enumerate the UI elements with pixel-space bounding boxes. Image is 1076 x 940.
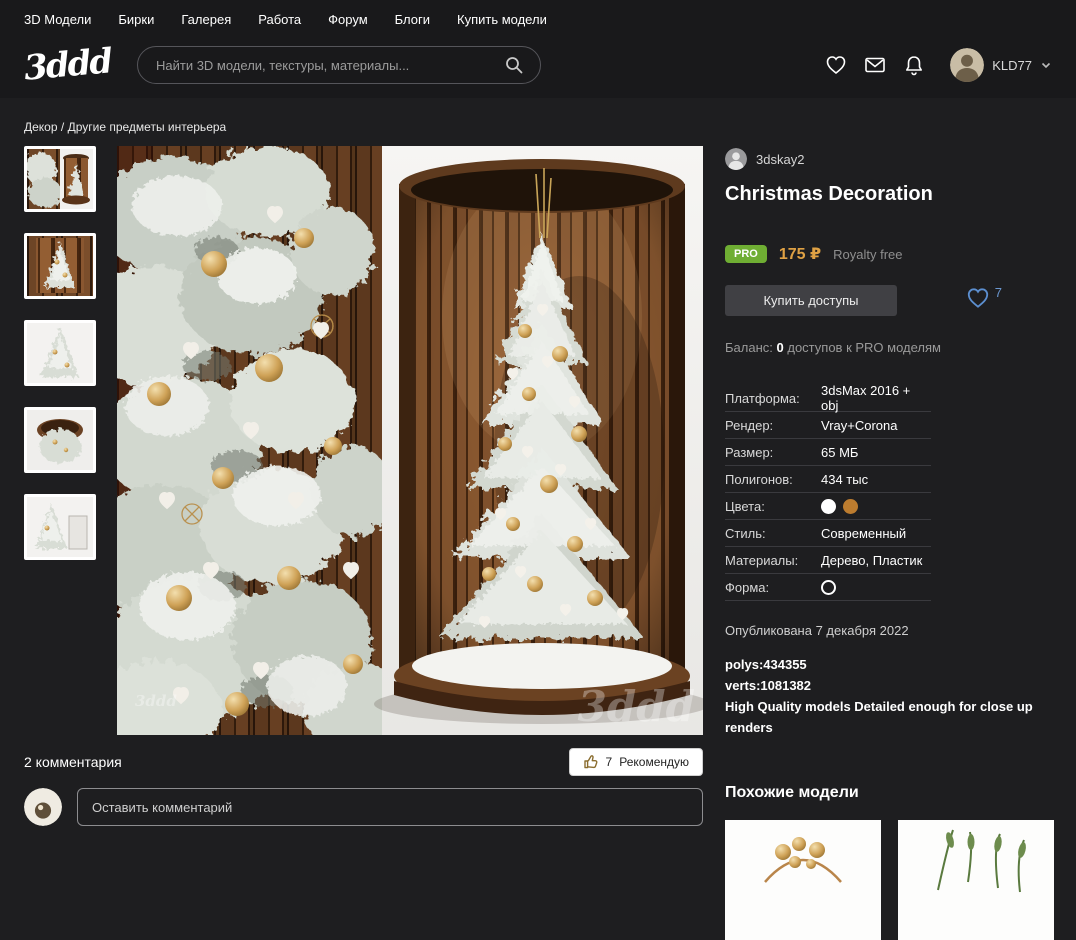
product-price: 175 ₽ [779, 244, 821, 264]
shape-circle-icon[interactable] [821, 580, 836, 595]
thumbs-up-icon [583, 754, 599, 770]
like-heart-icon [965, 285, 991, 311]
like-button[interactable]: 7 [965, 285, 1002, 311]
search-icon[interactable] [502, 53, 526, 77]
spec-row-size: Размер: 65 МБ [725, 439, 931, 466]
breadcrumb-section[interactable]: Декор [24, 120, 58, 134]
spec-row-colors: Цвета: [725, 493, 931, 520]
nav-item-forum[interactable]: Форум [328, 12, 368, 27]
site-logo[interactable]: 3ddd [23, 44, 113, 85]
author-avatar[interactable] [725, 148, 747, 170]
published-date: Опубликована 7 декабря 2022 [725, 623, 1054, 638]
recommend-button[interactable]: 7 Рекомендую [569, 748, 703, 776]
spec-label: Форма: [725, 580, 821, 595]
product-description: High Quality models Detailed enough for … [725, 696, 1037, 738]
breadcrumb-separator: / [61, 120, 64, 134]
author-name[interactable]: 3dskay2 [756, 152, 804, 167]
spec-label: Полигонов: [725, 472, 821, 487]
thumbnail-2[interactable] [24, 233, 96, 299]
spec-value[interactable]: Дерево, Пластик [821, 553, 922, 568]
product-main-image[interactable]: 3ddd 3ddd [117, 146, 703, 735]
header: 3D Модели Бирки Галерея Работа Форум Бло… [0, 0, 1076, 98]
thumbnail-1[interactable] [24, 146, 96, 212]
spec-row-shape: Форма: [725, 574, 931, 601]
comments-count: 2 комментария [24, 754, 122, 770]
stats-verts: verts:1081382 [725, 675, 1037, 696]
recommend-count: 7 [606, 755, 613, 769]
spec-row-materials: Материалы: Дерево, Пластик [725, 547, 931, 574]
nav-item-tags[interactable]: Бирки [118, 12, 154, 27]
buy-access-button[interactable]: Купить доступы [725, 285, 897, 316]
thumbnail-4[interactable] [24, 407, 96, 473]
spec-row-platform: Платформа: 3dsMax 2016 + obj [725, 385, 931, 412]
spec-label: Цвета: [725, 499, 821, 514]
nav-item-buy-models[interactable]: Купить модели [457, 12, 547, 27]
thumbnail-strip [24, 146, 96, 735]
image-watermark-large: 3ddd [578, 682, 695, 731]
spec-value: 65 МБ [821, 445, 858, 460]
color-swatch-white[interactable] [821, 499, 836, 514]
user-avatar [950, 48, 984, 82]
spec-label: Размер: [725, 445, 821, 460]
related-model-2[interactable] [898, 820, 1054, 940]
notifications-bell-icon[interactable] [902, 53, 926, 77]
nav-item-3d-models[interactable]: 3D Модели [24, 12, 91, 27]
related-models-title: Похожие модели [725, 784, 1054, 802]
balance-line: Баланс: 0 доступов к PRO моделям [725, 340, 1054, 355]
stats-polys: polys:434355 [725, 654, 1037, 675]
spec-label: Рендер: [725, 418, 821, 433]
recommend-label: Рекомендую [619, 755, 689, 769]
spec-value[interactable]: Современный [821, 526, 906, 541]
nav-item-gallery[interactable]: Галерея [181, 12, 231, 27]
spec-row-polygons: Полигонов: 434 тыс [725, 466, 931, 493]
spec-value: 434 тыс [821, 472, 868, 487]
commenter-avatar [24, 788, 62, 826]
related-model-1[interactable] [725, 820, 881, 940]
spec-row-render: Рендер: Vray+Corona [725, 412, 931, 439]
breadcrumb-category[interactable]: Другие предметы интерьера [68, 120, 227, 134]
nav-item-work[interactable]: Работа [258, 12, 301, 27]
spec-label: Платформа: [725, 391, 821, 406]
color-swatch-orange[interactable] [843, 499, 858, 514]
image-watermark-small: 3ddd [135, 692, 177, 710]
spec-label: Стиль: [725, 526, 821, 541]
product-title: Christmas Decoration [725, 183, 1054, 206]
favorites-heart-icon[interactable] [824, 53, 848, 77]
comment-input[interactable] [77, 788, 703, 826]
spec-label: Материалы: [725, 553, 821, 568]
search-input[interactable] [154, 57, 502, 74]
user-name: KLD77 [992, 58, 1032, 73]
search-box [137, 46, 541, 84]
pro-badge: PRO [725, 245, 767, 263]
spec-value[interactable]: 3dsMax 2016 + obj [821, 383, 931, 413]
spec-table: Платформа: 3dsMax 2016 + obj Рендер: Vra… [725, 385, 931, 601]
license-label: Royalty free [833, 247, 902, 262]
like-count: 7 [995, 285, 1002, 300]
messages-envelope-icon[interactable] [863, 53, 887, 77]
thumbnail-3[interactable] [24, 320, 96, 386]
breadcrumb: Декор / Другие предметы интерьера [24, 120, 1052, 134]
thumbnail-5[interactable] [24, 494, 96, 560]
user-menu[interactable]: KLD77 [950, 48, 1052, 82]
main-nav: 3D Модели Бирки Галерея Работа Форум Бло… [24, 0, 1052, 38]
spec-value[interactable]: Vray+Corona [821, 418, 897, 433]
chevron-down-icon [1040, 59, 1052, 71]
spec-row-style: Стиль: Современный [725, 520, 931, 547]
nav-item-blogs[interactable]: Блоги [395, 12, 430, 27]
balance-value: 0 [777, 340, 784, 355]
